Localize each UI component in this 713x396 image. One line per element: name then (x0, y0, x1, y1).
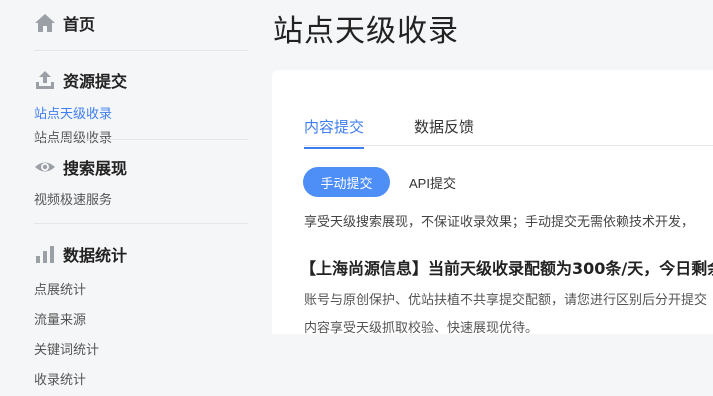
sidebar-divider (34, 50, 248, 51)
upload-icon (34, 69, 56, 91)
feature-description: 享受天级搜索展现，不保证收录效果；手动提交无需依赖技术开发， (304, 215, 695, 230)
quota-note: 账号与原创保护、优站扶植不共享提交配额，请您进行区别后分开提交 (304, 293, 708, 308)
sidebar-section-title: 资源提交 (63, 72, 128, 91)
sidebar-section-title: 数据统计 (63, 246, 128, 265)
page-title: 站点天级收录 (273, 14, 459, 49)
manual-submit-button[interactable]: 手动提交 (303, 167, 390, 197)
bar-chart-icon (34, 243, 56, 265)
quota-info: 【上海尚源信息】当前天级收录配额为300条/天，今日剩余 (300, 259, 713, 278)
sidebar-item-impressions[interactable]: 点展统计 (34, 276, 142, 306)
sidebar-divider (34, 223, 248, 224)
sidebar-home[interactable]: 首页 (34, 11, 95, 35)
api-submit-button[interactable]: API提交 (405, 167, 460, 197)
home-icon (34, 12, 56, 34)
content-panel: 内容提交 数据反馈 手动提交 API提交 享受天级搜索展现，不保证收录效果；手动… (272, 70, 713, 334)
sidebar-section-title: 搜索展现 (63, 159, 128, 178)
sidebar-item-video-fast-service[interactable]: 视频极速服务 (34, 189, 248, 213)
sidebar-home-label[interactable]: 首页 (63, 11, 95, 35)
sidebar-item-daily-index[interactable]: 站点天级收录 (34, 103, 142, 127)
sidebar: 首页 资源提交 站点天级收录 站点周级收录 搜索展现 视频极速服务 数据统计 点… (0, 0, 250, 388)
sidebar-divider (34, 139, 248, 140)
quota-note-continued: 内容享受天级抓取校验、快速展现优待。 (304, 321, 539, 334)
sidebar-section-data-stats: 数据统计 点展统计 流量来源 关键词统计 收录统计 (34, 242, 248, 396)
sidebar-item-traffic-source[interactable]: 流量来源 (34, 306, 142, 336)
sidebar-item-keyword-stats[interactable]: 关键词统计 (34, 336, 142, 366)
eye-icon (34, 156, 56, 178)
sidebar-item-index-stats[interactable]: 收录统计 (34, 366, 142, 396)
tabs-divider (304, 145, 713, 146)
sidebar-section-search-display: 搜索展现 视频极速服务 (34, 155, 248, 213)
